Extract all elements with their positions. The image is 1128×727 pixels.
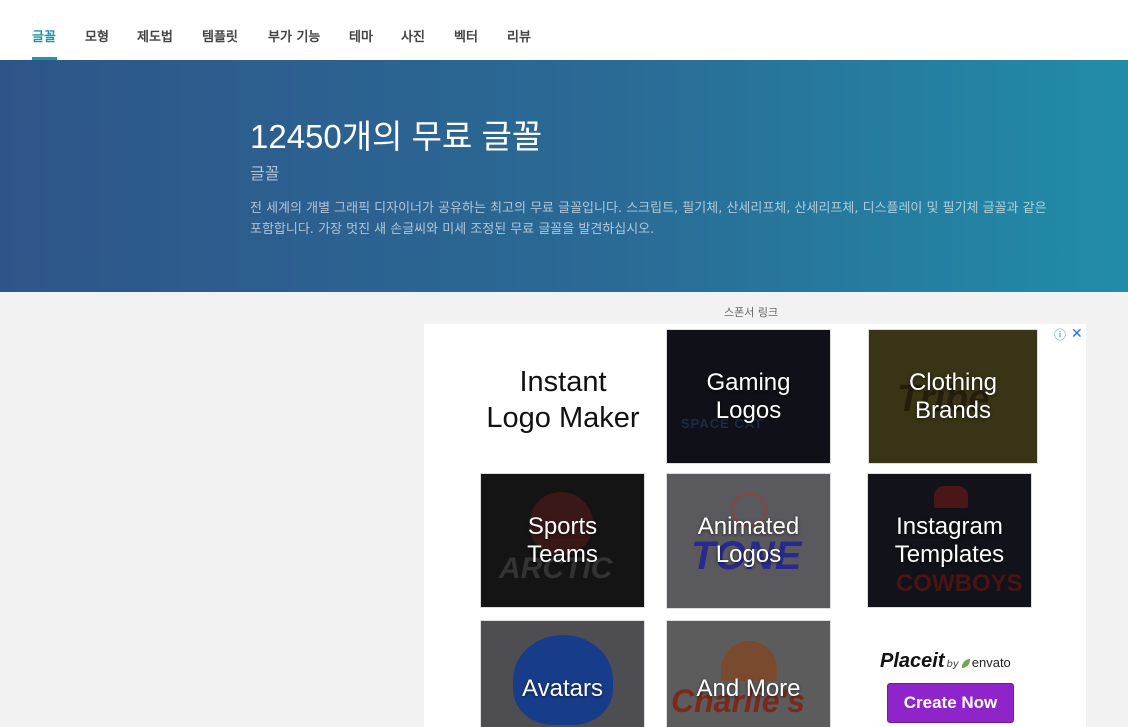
- tile-label: Avatars: [522, 675, 603, 702]
- tile-label-line-1: Sports: [527, 512, 598, 540]
- tile-instagram-templates[interactable]: COWBOYS Instagram Templates: [867, 473, 1032, 608]
- tab-reviews[interactable]: 리뷰: [507, 26, 531, 45]
- tile-sports-teams[interactable]: ARCTIC Sports Teams: [480, 473, 645, 608]
- description-line-2: 포함합니다. 가장 멋진 새 손글씨와 미세 조정된 무료 글꼴을 발견하십시오…: [250, 222, 655, 237]
- tile-label-line-2: Brands: [914, 396, 992, 424]
- tab-templates[interactable]: 템플릿: [202, 26, 238, 45]
- tab-photos[interactable]: 사진: [401, 26, 425, 45]
- tile-animated-logos[interactable]: TONE Animated Logos: [666, 473, 831, 609]
- tile-label-line-1: Instagram: [896, 512, 1003, 540]
- tile-avatars[interactable]: Avatars: [480, 620, 645, 727]
- info-icon[interactable]: ⓘ: [1054, 326, 1066, 343]
- placeit-by: by: [946, 659, 959, 670]
- tab-add-ons[interactable]: 부가 기능: [268, 26, 320, 45]
- tile-label-line-1: Clothing: [908, 368, 998, 396]
- tab-fonts[interactable]: 글꼴: [32, 26, 56, 45]
- placeit-wordmark: Placeit: [880, 650, 945, 672]
- page-title: 12450개의 무료 글꼴: [250, 118, 543, 155]
- tile-label: And More: [696, 675, 801, 702]
- top-nav: 글꼴 모형 제도법 템플릿 부가 기능 테마 사진 벡터 리뷰: [0, 0, 1128, 60]
- logo-maker-line-1: Instant: [519, 366, 607, 398]
- envato-wordmark: envato: [971, 655, 1011, 670]
- page-description: 전 세계의 개별 그래픽 디자이너가 공유하는 최고의 무료 글꼴입니다. 스크…: [250, 198, 1128, 240]
- logo-maker-heading[interactable]: Instant Logo Maker: [480, 364, 646, 436]
- sponsored-label: 스폰서 링크: [724, 306, 779, 319]
- tab-drawing[interactable]: 제도법: [137, 26, 173, 45]
- tile-label-line-2: Templates: [894, 540, 1005, 568]
- tab-themes[interactable]: 테마: [349, 26, 373, 45]
- envato-leaf-icon: [961, 659, 970, 668]
- tile-label-line-2: Logos: [715, 541, 782, 568]
- tile-label-line-2: Teams: [527, 540, 598, 568]
- logo-maker-line-2: Logo Maker: [486, 402, 640, 434]
- description-line-1: 전 세계의 개별 그래픽 디자이너가 공유하는 최고의 무료 글꼴입니다. 스크…: [250, 201, 1047, 216]
- create-now-button[interactable]: Create Now: [887, 683, 1014, 723]
- page-subtitle: 글꼴: [250, 164, 280, 183]
- tab-mockups[interactable]: 모형: [85, 26, 109, 45]
- tile-label-line-1: Gaming: [706, 368, 791, 396]
- close-icon[interactable]: ✕: [1071, 326, 1083, 342]
- tile-gaming-logos[interactable]: SPACE CAT Gaming Logos: [666, 329, 831, 464]
- ad-banner[interactable]: ⓘ ✕ Instant Logo Maker SPACE CAT Gaming L…: [424, 324, 1086, 727]
- tile-clothing-brands[interactable]: Tribe Clothing Brands: [868, 329, 1038, 464]
- tile-label-line-2: Logos: [715, 396, 782, 424]
- tab-vectors[interactable]: 벡터: [454, 26, 478, 45]
- tile-label-line-1: Animated: [697, 513, 800, 540]
- tile-and-more[interactable]: Charlie's And More: [666, 620, 831, 727]
- placeit-logo: Placeit by envato: [880, 650, 1011, 673]
- hero-banner: 12450개의 무료 글꼴 글꼴 전 세계의 개별 그래픽 디자이너가 공유하는…: [0, 60, 1128, 292]
